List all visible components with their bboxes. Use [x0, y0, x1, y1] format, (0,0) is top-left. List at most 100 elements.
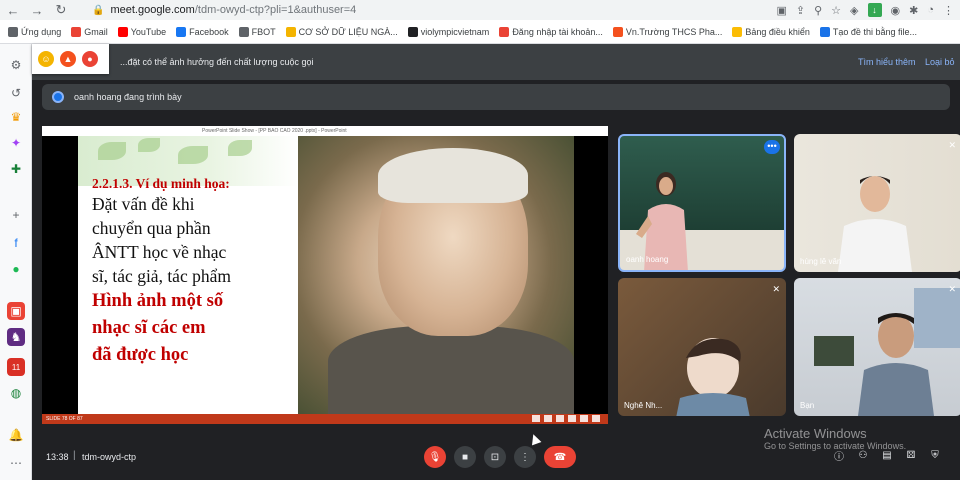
camera-button[interactable]: ■	[454, 446, 476, 468]
participant-name: Bạn	[800, 401, 815, 410]
slide-text: 2.2.1.3. Ví dụ minh họa: Đặt vấn đề khi …	[92, 176, 302, 369]
green-app-icon[interactable]: ◍	[7, 384, 25, 402]
menu-icon[interactable]: ⋮	[943, 4, 954, 17]
extension-popup: ☺ ▲ ●	[32, 44, 109, 74]
slide-red-line: đã được học	[92, 345, 189, 365]
app-1111-icon[interactable]: 11	[7, 358, 25, 376]
participant-tile[interactable]: ✕ Bạn	[794, 278, 960, 416]
messenger-icon[interactable]: ✦	[7, 134, 25, 152]
present-screen-button[interactable]: ⊡	[484, 446, 506, 468]
mic-off-icon: ✕	[948, 284, 956, 294]
slideshow-window-title: PowerPoint Slide Show - [PP BAO CAO 2020…	[42, 126, 608, 136]
slide-body-line: ÂNTT học về nhạc	[92, 242, 227, 262]
reload-icon[interactable]: ↻	[54, 2, 68, 18]
bookmark-favicon-icon	[71, 26, 82, 37]
warning-icon[interactable]: ▲	[60, 51, 76, 67]
extension-icon[interactable]: ◉	[891, 4, 901, 17]
clock: 13:38	[46, 452, 69, 462]
mic-off-icon: ✕	[948, 140, 956, 150]
bookmark-label: Gmail	[84, 26, 108, 37]
bookmark-item[interactable]: violympicvietnam	[407, 26, 490, 37]
participant-video	[838, 176, 912, 272]
bookmark-item[interactable]: Facebook	[176, 26, 229, 37]
presenting-bar: oanh hoang đang trình bày	[42, 84, 950, 110]
camera-icon[interactable]: ▣	[776, 4, 786, 17]
emoji-icon[interactable]: ☺	[38, 51, 54, 67]
more-options-icon[interactable]: •••	[764, 140, 780, 154]
watermark-subtitle: Go to Settings to activate Windows.	[764, 441, 907, 451]
lock-icon: 🔒	[92, 4, 105, 16]
browser-sidebar: ⚙ ↺ ♛ ✦ ✚ + f ● ▣ ♞ 11 ◍ 🔔 ⋯	[0, 44, 32, 480]
bookmark-item[interactable]: CƠ SỞ DỮ LIỆU NGÀ...	[285, 26, 398, 37]
slideshow-controls[interactable]	[532, 415, 600, 422]
presenter-avatar	[52, 91, 64, 103]
bookmark-item[interactable]: Đăng nhập tài khoản...	[499, 26, 603, 37]
download-extension-icon[interactable]: ↓	[867, 3, 882, 17]
bookmark-favicon-icon	[176, 26, 187, 37]
back-icon[interactable]: ←	[6, 3, 20, 18]
bookmark-label: Đăng nhập tài khoản...	[512, 26, 603, 37]
bookmark-favicon-icon	[285, 26, 296, 37]
bookmark-favicon-icon	[612, 26, 623, 37]
learn-more-link[interactable]: Tìm hiểu thêm	[858, 57, 916, 67]
bookmark-label: Bảng điều khiển	[745, 26, 810, 37]
bookmark-item[interactable]: Bảng điều khiển	[732, 26, 810, 37]
participant-tile[interactable]: ✕ hùng lê văn	[794, 134, 960, 272]
bookmark-favicon-icon	[238, 26, 249, 37]
bookmark-label: Vn.Trường THCS Pha...	[625, 26, 723, 37]
participant-tile[interactable]: ••• oanh hoang	[618, 134, 786, 272]
record-icon[interactable]: ●	[82, 51, 98, 67]
settings-icon[interactable]: ⚙	[7, 56, 25, 74]
slide-red-line: nhạc sĩ các em	[92, 318, 206, 338]
bookmark-label: violympicvietnam	[420, 26, 490, 37]
host-controls-icon[interactable]: ⛨	[928, 448, 942, 462]
notification-icon[interactable]: 🔔	[7, 426, 25, 444]
zoom-icon[interactable]: ⚲	[814, 4, 822, 17]
bookmark-favicon-icon	[819, 26, 830, 37]
profile-icon[interactable]: ◔	[927, 4, 934, 16]
crown-icon[interactable]: ♛	[7, 108, 25, 126]
add-icon[interactable]: +	[7, 206, 25, 224]
star-icon[interactable]: ☆	[831, 4, 841, 17]
bookmark-item[interactable]: YouTube	[117, 26, 166, 37]
microphone-off-button[interactable]: 🎙	[424, 446, 446, 468]
slide-body-line: chuyển qua phần	[92, 218, 211, 238]
participant-tile[interactable]: ✕ Nghê Nh...	[618, 278, 786, 416]
windows-activation-watermark: Activate Windows Go to Settings to activ…	[764, 426, 906, 451]
browser-toolbar: ← → ↻ 🔒 meet.google.com/tdm-owyd-ctp?pli…	[0, 0, 960, 20]
shared-screen: PowerPoint Slide Show - [PP BAO CAO 2020…	[42, 126, 608, 424]
puzzle-icon[interactable]: ✱	[909, 4, 918, 17]
participant-video	[676, 338, 750, 416]
spotify-icon[interactable]: ●	[7, 260, 25, 278]
bookmark-item[interactable]: Tạo đề thi bằng file...	[819, 26, 917, 37]
shield-icon[interactable]: ◈	[850, 4, 858, 17]
separator: |	[73, 450, 76, 461]
more-icon[interactable]: ⋯	[7, 454, 25, 472]
browser-actions: ▣ ⇪ ⚲ ☆ ◈ ↓ ◉ ✱ ◔ ⋮	[776, 3, 954, 17]
app-red-icon[interactable]: ▣	[7, 302, 25, 320]
warning-banner: ...đặt có thể ảnh hưởng đến chất lượng c…	[32, 44, 960, 80]
bookmark-item[interactable]: Ứng dụng	[8, 26, 62, 37]
dismiss-link[interactable]: Loại bỏ	[925, 57, 955, 67]
mouse-cursor	[528, 432, 542, 446]
facebook-icon[interactable]: f	[7, 234, 25, 252]
bookmark-label: Ứng dụng	[21, 26, 62, 37]
banner-text: ...đặt có thể ảnh hưởng đến chất lượng c…	[120, 57, 314, 67]
bookmark-favicon-icon	[407, 26, 418, 37]
leave-call-button[interactable]: ☎	[544, 446, 576, 468]
more-options-button[interactable]: ⋮	[514, 446, 536, 468]
forward-icon[interactable]: →	[30, 3, 44, 18]
history-icon[interactable]: ↺	[7, 84, 25, 102]
presenting-text: oanh hoang đang trình bày	[74, 92, 182, 102]
participant-name: hùng lê văn	[800, 257, 842, 266]
game-icon[interactable]: ♞	[7, 328, 25, 346]
bookmark-label: Tạo đề thi bằng file...	[832, 26, 917, 37]
bookmark-item[interactable]: Gmail	[71, 26, 108, 37]
bookmark-item[interactable]: FBOT	[238, 26, 276, 37]
activities-icon[interactable]: ⚄	[904, 448, 918, 462]
address-bar[interactable]: 🔒 meet.google.com/tdm-owyd-ctp?pli=1&aut…	[92, 2, 766, 18]
bookmark-item[interactable]: Vn.Trường THCS Pha...	[612, 26, 723, 37]
url-path: /tdm-owyd-ctp?pli=1&authuser=4	[194, 4, 357, 16]
share-icon[interactable]: ⇪	[796, 4, 805, 17]
gamepad-icon[interactable]: ✚	[7, 160, 25, 178]
